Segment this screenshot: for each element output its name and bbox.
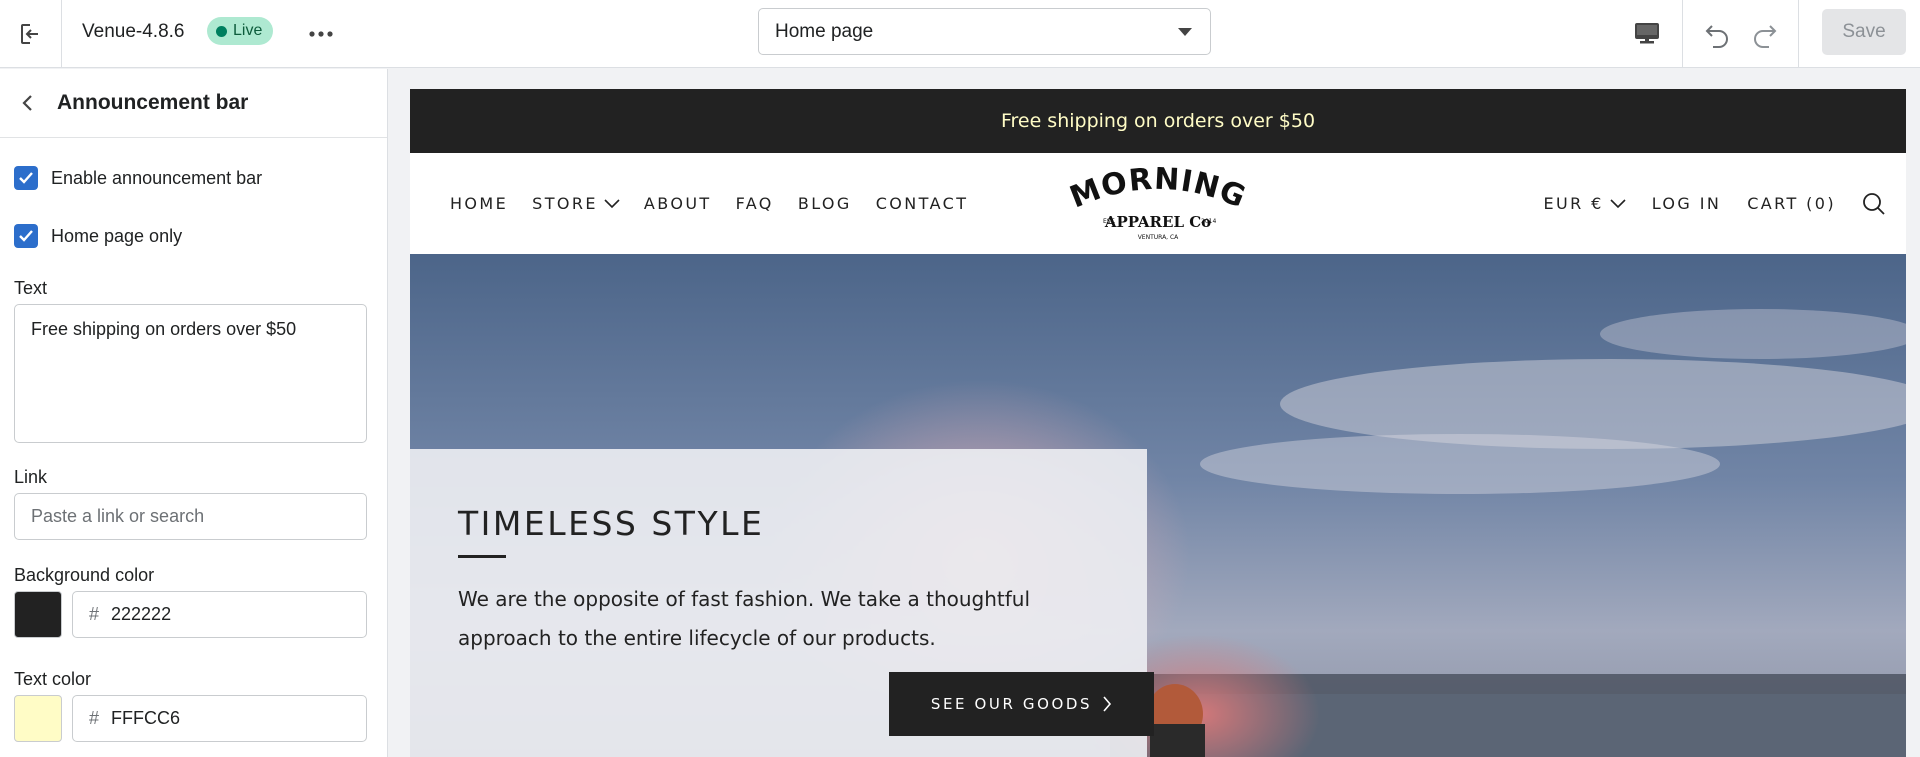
redo-button[interactable]: [1746, 14, 1784, 54]
desktop-preview-button[interactable]: [1626, 14, 1668, 54]
chevron-down-icon: [1178, 28, 1192, 36]
nav-store-label: STORE: [532, 194, 598, 213]
home-page-only-label: Home page only: [51, 225, 183, 246]
login-link[interactable]: LOG IN: [1652, 194, 1722, 213]
text-color-value: FFFCC6: [111, 708, 181, 728]
desktop-icon: [1635, 23, 1659, 44]
exit-icon: [20, 24, 41, 44]
text-color-swatch[interactable]: [14, 695, 62, 742]
store-header: HOME STORE ABOUT FAQ BLOG CONTACT MORNIN…: [410, 153, 1906, 254]
link-field-label: Link: [14, 467, 48, 487]
link-input[interactable]: [14, 493, 367, 540]
enable-announcement-checkbox-row[interactable]: Enable announcement bar: [14, 166, 262, 190]
background-color-swatch[interactable]: [14, 591, 62, 638]
topbar-divider: [1682, 0, 1683, 68]
logo-wordmark: MORNING: [1065, 167, 1250, 216]
hash-prefix: #: [89, 604, 100, 624]
logo-year: 2014: [1201, 218, 1216, 225]
currency-value: EUR €: [1543, 194, 1604, 213]
store-preview: Free shipping on orders over $50 HOME ST…: [410, 89, 1906, 757]
sidebar-header: Announcement bar: [0, 69, 387, 138]
chevron-down-icon: [604, 198, 620, 208]
search-icon[interactable]: [1862, 192, 1886, 216]
svg-text:MORNING: MORNING: [1065, 167, 1251, 216]
more-actions-button[interactable]: [304, 18, 338, 50]
more-horizontal-icon: [309, 31, 333, 37]
nav-store[interactable]: STORE: [532, 194, 620, 213]
settings-sidebar: Announcement bar Enable announcement bar…: [0, 69, 388, 757]
chevron-right-icon: [1103, 696, 1112, 712]
announcement-text: Free shipping on orders over $50: [1000, 110, 1316, 132]
page-selector-value: Home page: [775, 20, 874, 42]
live-status-badge: Live: [207, 17, 274, 45]
chevron-left-icon: [22, 95, 32, 111]
see-our-goods-button[interactable]: SEE OUR GOODS: [889, 672, 1154, 736]
store-logo[interactable]: MORNING EST. APPAREL Co 2014 VENTURA, CA: [1060, 167, 1256, 243]
section-title: Announcement bar: [57, 91, 249, 114]
undo-icon: [1705, 25, 1728, 48]
home-page-only-checkbox[interactable]: [14, 224, 38, 248]
back-button[interactable]: [12, 87, 44, 119]
background-color-value: 222222: [111, 604, 172, 624]
main-navigation: HOME STORE ABOUT FAQ BLOG CONTACT: [450, 153, 992, 254]
topbar-divider: [1798, 0, 1799, 68]
nav-faq[interactable]: FAQ: [736, 194, 774, 213]
live-status-label: Live: [233, 22, 263, 39]
live-dot-icon: [216, 25, 227, 37]
text-color-label: Text color: [14, 669, 92, 689]
background-color-label: Background color: [14, 565, 155, 585]
announcement-bar[interactable]: Free shipping on orders over $50: [410, 89, 1906, 153]
logo-subline: APPAREL Co: [1104, 213, 1211, 231]
enable-announcement-checkbox[interactable]: [14, 166, 38, 190]
editor-topbar: Venue-4.8.6 Live Home page Save: [0, 0, 1920, 68]
announcement-text-field[interactable]: Free shipping on orders over $50: [14, 304, 367, 443]
nav-home[interactable]: HOME: [450, 194, 508, 213]
hash-prefix: #: [89, 708, 100, 728]
nav-contact[interactable]: CONTACT: [876, 194, 969, 213]
cart-link[interactable]: CART (0): [1747, 194, 1836, 213]
checkmark-icon: [19, 230, 33, 242]
nav-about[interactable]: ABOUT: [644, 194, 712, 213]
theme-name: Venue-4.8.6: [82, 21, 185, 42]
hero-title: TIMELESS STYLE: [458, 504, 765, 543]
enable-announcement-label: Enable announcement bar: [51, 167, 263, 188]
undo-button[interactable]: [1698, 14, 1736, 54]
chevron-down-icon: [1610, 198, 1626, 208]
text-field-label: Text: [14, 278, 48, 298]
hero-button-label: SEE OUR GOODS: [930, 695, 1093, 713]
save-button[interactable]: Save: [1822, 9, 1906, 55]
background-color-input[interactable]: # 222222: [72, 591, 367, 638]
home-page-only-checkbox-row[interactable]: Home page only: [14, 224, 182, 248]
page-selector[interactable]: Home page: [758, 8, 1211, 55]
exit-editor-button[interactable]: [0, 0, 62, 68]
header-utility-nav: EUR € LOG IN CART (0): [1517, 153, 1886, 254]
checkmark-icon: [19, 172, 33, 184]
text-color-input[interactable]: # FFFCC6: [72, 695, 367, 742]
hero-description: We are the opposite of fast fashion. We …: [458, 587, 1031, 650]
hero-title-rule: [458, 555, 506, 558]
nav-blog[interactable]: BLOG: [798, 194, 852, 213]
logo-location: VENTURA, CA: [1138, 234, 1179, 241]
hero-banner: TIMELESS STYLE We are the opposite of fa…: [410, 254, 1906, 757]
currency-selector[interactable]: EUR €: [1543, 194, 1626, 213]
redo-icon: [1754, 25, 1777, 48]
